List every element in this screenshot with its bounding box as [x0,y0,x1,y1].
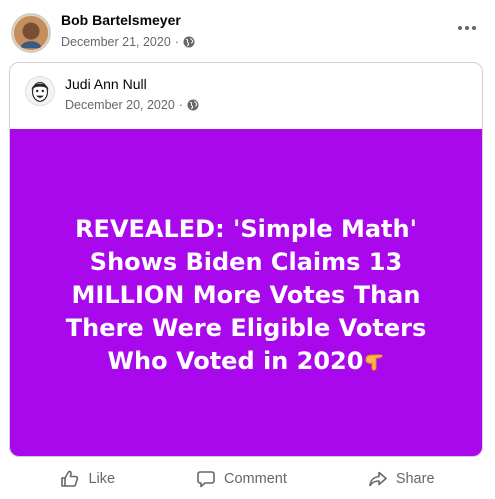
thumbs-up-icon [61,470,79,487]
meta-separator: · [174,35,179,49]
shared-post-meta: December 20, 2020 · [65,98,199,112]
globe-icon [187,99,199,111]
headline-line-last: Who Voted in 2020 [26,345,466,378]
shared-author-avatar[interactable] [25,76,55,106]
post-headline: REVEALED: 'Simple Math' Shows Biden Clai… [26,213,466,378]
pointing-down-hand-icon [364,349,384,371]
globe-icon [183,36,195,48]
facebook-post: Bob Bartelsmeyer December 21, 2020 · Jud… [0,0,495,499]
post-action-bar: Like Comment Share [0,461,495,497]
shared-post-card[interactable]: Judi Ann Null December 20, 2020 · REVEAL… [9,62,483,457]
author-avatar[interactable] [11,13,51,53]
shared-author-name[interactable]: Judi Ann Null [65,76,147,92]
more-options-icon [458,26,476,30]
headline-line: REVEALED: 'Simple Math' [75,214,417,243]
headline-line: MILLION More Votes Than [71,280,421,309]
post-meta: December 21, 2020 · [61,35,195,49]
author-name[interactable]: Bob Bartelsmeyer [61,12,181,28]
share-arrow-icon [369,471,387,487]
text-post-background[interactable]: REVEALED: 'Simple Math' Shows Biden Clai… [10,129,482,456]
comment-icon [197,471,215,488]
comment-button[interactable]: Comment [188,465,295,493]
comment-label: Comment [224,471,287,487]
headline-line: Shows Biden Claims 13 [89,247,403,276]
more-options-button[interactable] [453,18,481,38]
share-button[interactable]: Share [360,465,443,493]
meta-separator: · [178,98,183,112]
like-button[interactable]: Like [52,465,123,493]
share-label: Share [395,471,435,487]
headline-line: Who Voted in 2020 [107,346,364,375]
like-label: Like [88,471,116,487]
post-date[interactable]: December 21, 2020 [61,35,171,49]
headline-line: There Were Eligible Voters [65,313,427,342]
shared-post-date[interactable]: December 20, 2020 [65,98,175,112]
